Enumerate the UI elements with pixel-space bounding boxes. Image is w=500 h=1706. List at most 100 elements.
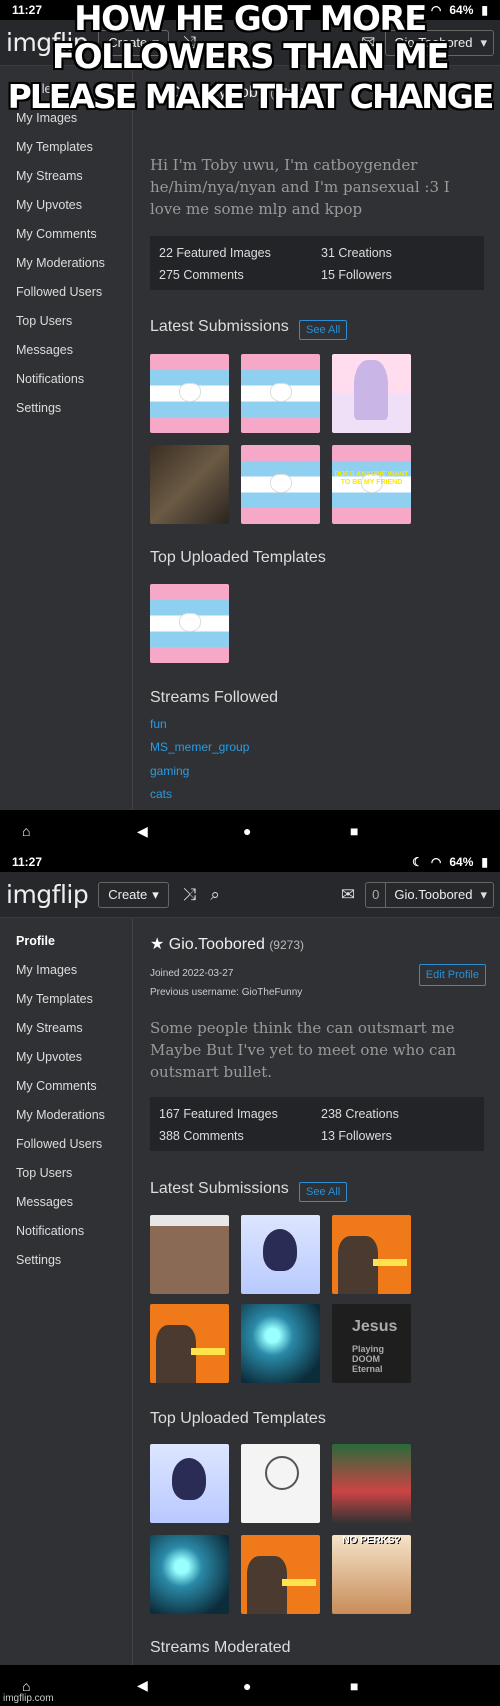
submission-thumb[interactable] bbox=[332, 1215, 411, 1294]
battery-icon: ▮ bbox=[481, 855, 488, 869]
template-thumb[interactable] bbox=[332, 1444, 411, 1523]
thumb-caption-perks: NO PERKS? bbox=[342, 1535, 401, 1546]
stat-creations: 31 Creations bbox=[321, 246, 392, 260]
template-thumb[interactable] bbox=[150, 584, 229, 663]
username-menu-label: Gio.Toobored bbox=[394, 887, 473, 902]
home-circle-icon[interactable]: ● bbox=[243, 1678, 251, 1694]
thumb-caption: DOES ANYONE WANT TO BE MY FRIEND bbox=[334, 471, 409, 486]
submission-thumb[interactable] bbox=[332, 354, 411, 433]
sidebar-item-templates[interactable]: My Templates bbox=[16, 140, 93, 154]
user-menu[interactable]: 0 Gio.Toobored ▾ bbox=[365, 881, 494, 908]
submission-thumb[interactable] bbox=[150, 445, 229, 524]
template-thumb[interactable] bbox=[150, 1535, 229, 1614]
search-icon[interactable]: ⌕ bbox=[210, 885, 220, 905]
sidebar-item-messages[interactable]: Messages bbox=[16, 1195, 73, 1209]
thumb-caption-doom: Playing DOOM Eternal bbox=[352, 1344, 385, 1374]
submission-thumb[interactable] bbox=[241, 1215, 320, 1294]
profile-stats: 167 Featured Images 238 Creations 388 Co… bbox=[150, 1097, 484, 1151]
wifi-icon: ◠ bbox=[430, 855, 442, 869]
sidebar-item-comments[interactable]: My Comments bbox=[16, 1079, 97, 1093]
submission-thumb[interactable] bbox=[241, 1304, 320, 1383]
sidebar-item-notifications[interactable]: Notifications bbox=[16, 372, 84, 386]
android-nav-bar: ⌂ ◀ ● ■ imgflip.com bbox=[0, 1665, 500, 1706]
sidebar-item-messages[interactable]: Messages bbox=[16, 343, 73, 357]
sidebar-item-upvotes[interactable]: My Upvotes bbox=[16, 1050, 82, 1064]
stream-link[interactable]: fun bbox=[150, 717, 167, 731]
template-thumb[interactable] bbox=[241, 1444, 320, 1523]
stream-link[interactable]: gaming bbox=[150, 764, 189, 778]
sidebar-item-streams[interactable]: My Streams bbox=[16, 169, 83, 183]
sidebar-item-profile[interactable]: Profile bbox=[16, 934, 55, 948]
recents-icon[interactable]: ■ bbox=[350, 823, 358, 839]
sidebar-item-upvotes[interactable]: My Upvotes bbox=[16, 198, 82, 212]
template-thumb[interactable] bbox=[241, 1535, 320, 1614]
template-thumb[interactable] bbox=[150, 1444, 229, 1523]
submission-thumb[interactable] bbox=[241, 445, 320, 524]
create-button[interactable]: Create ▾ bbox=[98, 881, 169, 908]
stat-featured: 22 Featured Images bbox=[159, 246, 271, 260]
stream-link[interactable]: cats bbox=[150, 787, 172, 801]
previous-username: Previous username: GioTheFunny bbox=[150, 987, 303, 998]
moon-icon: ☾ bbox=[412, 855, 423, 869]
shuffle-icon[interactable]: ⤨ bbox=[183, 885, 197, 905]
sidebar: Profile My Images My Templates My Stream… bbox=[0, 918, 133, 1706]
joined-date: Joined 2022-03-27 bbox=[150, 968, 234, 979]
streams-followed-title: Streams Followed bbox=[150, 689, 279, 706]
sidebar-item-followed[interactable]: Followed Users bbox=[16, 285, 102, 299]
sidebar-item-top-users[interactable]: Top Users bbox=[16, 1166, 72, 1180]
recents-icon[interactable]: ■ bbox=[350, 1678, 358, 1694]
submission-thumb[interactable] bbox=[150, 354, 229, 433]
battery-percent: 64% bbox=[449, 855, 474, 869]
streams-moderated-title: Streams Moderated bbox=[150, 1639, 291, 1656]
sidebar-item-followed[interactable]: Followed Users bbox=[16, 1137, 102, 1151]
site-header: imgflip Create ▾ ⤨ ⌕ ✉ 0 Gio.Toobored ▾ bbox=[0, 872, 500, 918]
profile-name: ★ Gio.Toobored (9273) bbox=[150, 934, 304, 954]
screenshot-bottom: 11:27 ☾ ◠ 64% ▮ imgflip Create ▾ ⤨ ⌕ ✉ 0… bbox=[0, 852, 500, 1706]
home-icon[interactable]: ⌂ bbox=[22, 823, 30, 839]
profile-username: Gio.Toobored bbox=[168, 936, 265, 953]
sidebar-item-images[interactable]: My Images bbox=[16, 963, 77, 977]
meme-caption-line-1: HOW HE GOT MORE bbox=[74, 0, 427, 39]
imgflip-watermark: imgflip.com bbox=[3, 1693, 54, 1704]
meme-caption-line-3: PLEASE MAKE THAT CHANGE bbox=[7, 77, 495, 116]
sidebar: Profile My Images My Templates My Stream… bbox=[0, 66, 133, 812]
submission-thumb[interactable] bbox=[150, 1304, 229, 1383]
sidebar-item-templates[interactable]: My Templates bbox=[16, 992, 93, 1006]
sidebar-item-notifications[interactable]: Notifications bbox=[16, 1224, 84, 1238]
stream-link[interactable]: MS_memer_group bbox=[150, 740, 249, 754]
sidebar-item-comments[interactable]: My Comments bbox=[16, 227, 97, 241]
sidebar-item-settings[interactable]: Settings bbox=[16, 401, 61, 415]
submission-thumb[interactable]: Jesus Playing DOOM Eternal bbox=[332, 1304, 411, 1383]
home-icon[interactable]: ⌂ bbox=[22, 1678, 30, 1694]
profile-bio: Hi I'm Toby uwu, I'm catboygender he/him… bbox=[150, 156, 450, 218]
submission-thumb[interactable]: DOES ANYONE WANT TO BE MY FRIEND bbox=[332, 445, 411, 524]
back-icon[interactable]: ◀ bbox=[137, 1677, 148, 1694]
sidebar-item-streams[interactable]: My Streams bbox=[16, 1021, 83, 1035]
edit-profile-button[interactable]: Edit Profile bbox=[418, 964, 486, 986]
stat-creations: 238 Creations bbox=[321, 1107, 399, 1121]
latest-submissions-title: Latest Submissions bbox=[150, 1180, 289, 1197]
submission-thumb[interactable] bbox=[241, 354, 320, 433]
sidebar-item-settings[interactable]: Settings bbox=[16, 1253, 61, 1267]
back-icon[interactable]: ◀ bbox=[137, 823, 148, 840]
stat-comments: 275 Comments bbox=[159, 268, 244, 282]
see-all-button[interactable]: See All bbox=[299, 320, 348, 340]
create-label: Create bbox=[108, 887, 148, 902]
stat-followers: 13 Followers bbox=[321, 1129, 392, 1143]
template-thumb[interactable]: NO PERKS? bbox=[332, 1535, 411, 1614]
home-circle-icon[interactable]: ● bbox=[243, 823, 251, 839]
top-templates-title: Top Uploaded Templates bbox=[150, 1410, 326, 1427]
submission-thumb[interactable] bbox=[150, 1215, 229, 1294]
sidebar-item-moderations[interactable]: My Moderations bbox=[16, 1108, 105, 1122]
mail-icon[interactable]: ✉ bbox=[341, 885, 355, 905]
imgflip-logo[interactable]: imgflip bbox=[6, 880, 89, 909]
profile-bio: Some people think the can outsmart me Ma… bbox=[150, 1019, 457, 1081]
sidebar-item-moderations[interactable]: My Moderations bbox=[16, 256, 105, 270]
chevron-down-icon: ▾ bbox=[480, 886, 487, 902]
profile-stats: 22 Featured Images 31 Creations 275 Comm… bbox=[150, 236, 484, 290]
sidebar-item-top-users[interactable]: Top Users bbox=[16, 314, 72, 328]
star-icon: ★ bbox=[150, 936, 165, 953]
status-bar: 11:27 ☾ ◠ 64% ▮ bbox=[0, 852, 500, 872]
latest-submissions-title: Latest Submissions bbox=[150, 318, 289, 335]
see-all-button[interactable]: See All bbox=[299, 1182, 348, 1202]
